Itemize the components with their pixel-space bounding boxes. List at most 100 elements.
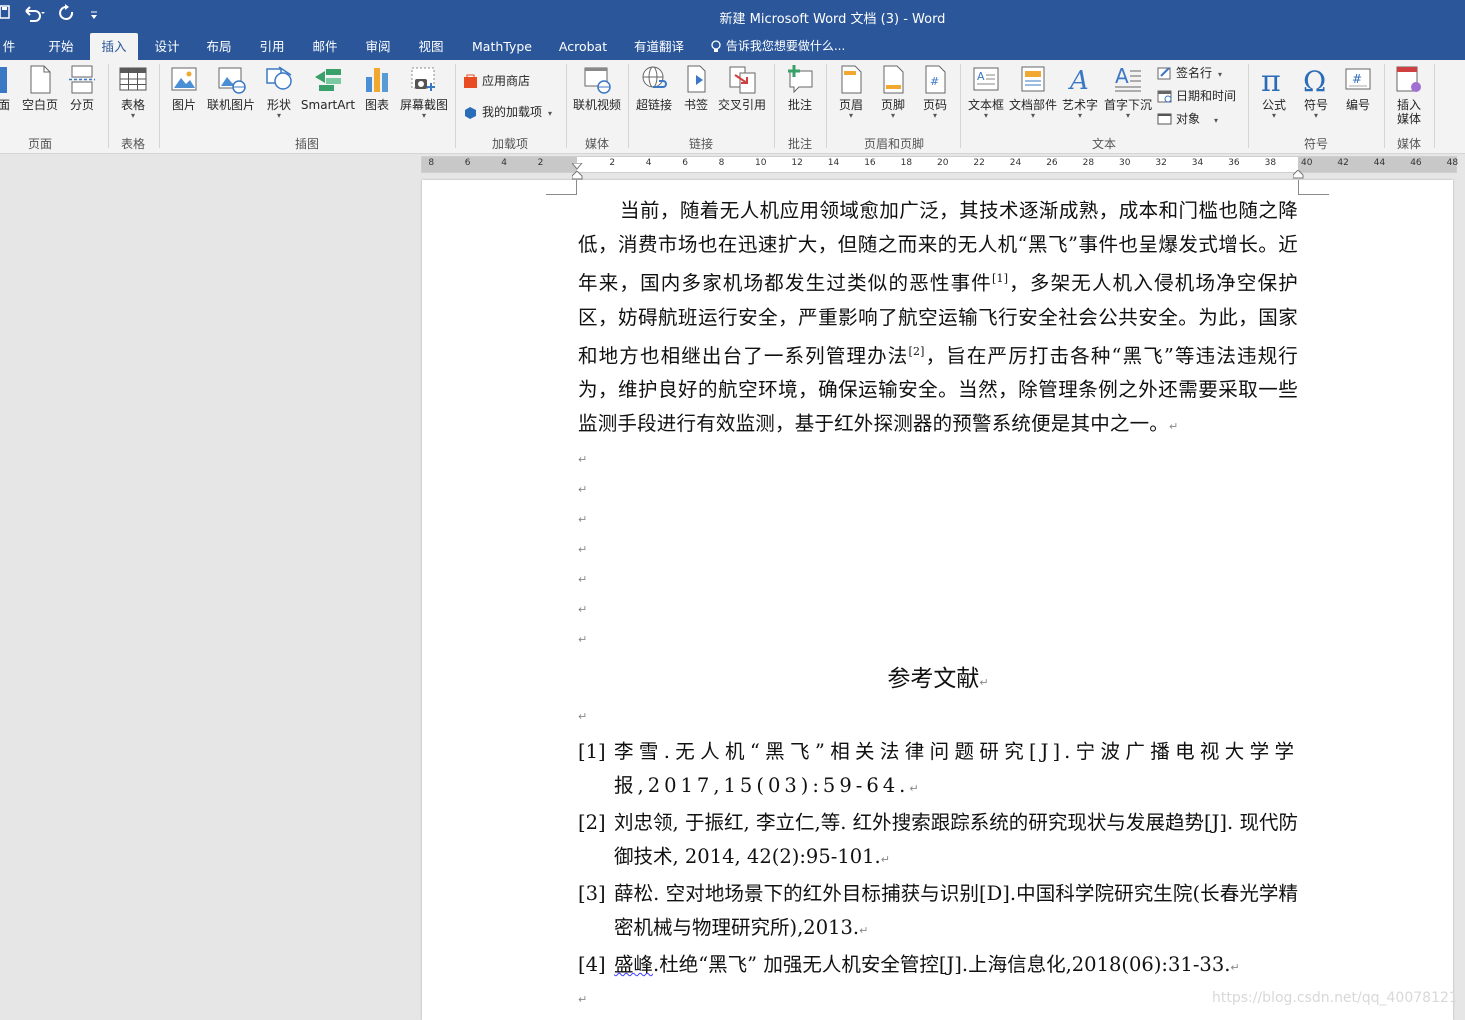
empty-paragraph: ↵ — [578, 483, 588, 496]
header-button[interactable]: 页眉 ▾ — [832, 63, 870, 120]
horizontal-ruler[interactable]: 8642 2 4 6 8 10 12 14 16 18 20 22 24 26 28 30 32 34 36 38 4… — [421, 156, 1458, 180]
page-break-button[interactable]: 分页 — [64, 63, 100, 112]
group-pages-label: 页面 — [27, 137, 52, 151]
cross-reference-button[interactable]: 交叉引用 — [716, 63, 768, 112]
datetime-button[interactable]: 日期和时间 — [1157, 86, 1236, 106]
equation-button[interactable]: π 公式 ▾ — [1254, 63, 1294, 120]
svg-text:π: π — [1261, 64, 1281, 95]
empty-paragraph: ↵ — [578, 993, 588, 1006]
online-video-button[interactable]: 联机视频 — [570, 63, 624, 112]
online-picture-icon — [216, 63, 246, 95]
ruler-number: 8 — [718, 158, 725, 168]
tab-home[interactable]: 开始 — [40, 33, 82, 60]
shapes-button[interactable]: 形状 ▾ — [260, 63, 298, 120]
comment-button[interactable]: 批注 — [780, 63, 820, 112]
group-illustrations-label: 插图 — [294, 137, 319, 151]
separator — [566, 64, 567, 148]
group-links-label: 链接 — [688, 137, 713, 151]
tab-references[interactable]: 引用 — [251, 33, 293, 60]
bookmark-button[interactable]: 书签 — [678, 63, 714, 112]
ruler-number: 12 — [791, 158, 803, 168]
screenshot-button[interactable]: 屏幕截图 ▾ — [398, 63, 450, 120]
ribbon-tabs: 件 开始 插入 设计 布局 引用 邮件 审阅 视图 MathType Acrob… — [0, 33, 1465, 60]
separator — [1248, 64, 1249, 148]
blank-page-button[interactable]: 空白页 — [20, 63, 60, 112]
footer-button[interactable]: 页脚 ▾ — [874, 63, 912, 120]
empty-paragraph: ↵ — [578, 710, 588, 723]
header-icon — [836, 63, 866, 95]
document-body[interactable]: 当前，随着无人机应用领域愈加广泛，其技术逐渐成熟，成本和门槛也随之降低，消费市场… — [578, 194, 1298, 1015]
smartart-button[interactable]: SmartArt — [300, 63, 356, 112]
svg-text:#: # — [930, 75, 939, 88]
spelling-flagged-word[interactable]: 盛峰 — [614, 953, 653, 976]
picture-button[interactable]: 图片 — [164, 63, 204, 112]
hyperlink-button[interactable]: 超链接 — [634, 63, 674, 112]
tab-view[interactable]: 视图 — [410, 33, 452, 60]
ruler-number: 32 — [1155, 158, 1167, 168]
ruler-number: 24 — [1009, 158, 1022, 168]
ruler-number: 28 — [1082, 158, 1095, 168]
document-page[interactable]: 当前，随着无人机应用领域愈加广泛，其技术逐渐成熟，成本和门槛也随之降低，消费市场… — [422, 180, 1453, 1020]
online-picture-button[interactable]: 联机图片 — [205, 63, 257, 112]
quick-parts-button[interactable]: 文档部件 ▾ — [1008, 63, 1058, 120]
cover-page-button[interactable]: 面 — [0, 63, 14, 112]
store-icon — [463, 74, 479, 88]
signature-line-button[interactable]: 签名行 ▾ — [1157, 63, 1222, 83]
ruler-number: 18 — [900, 158, 913, 168]
empty-paragraph: ↵ — [578, 453, 588, 466]
ruler-number: 22 — [973, 158, 985, 168]
tab-mathtype[interactable]: MathType — [466, 33, 538, 60]
wordart-button[interactable]: A 艺术字 ▾ — [1060, 63, 1100, 120]
group-text-label: 文本 — [1091, 137, 1116, 151]
citation-2: [2] — [908, 344, 925, 358]
object-button[interactable]: 对象 ▾ — [1157, 109, 1218, 129]
footer-icon — [878, 63, 908, 95]
tell-me-search[interactable]: 告诉我您想要做什么... — [710, 33, 845, 60]
ruler-number: 30 — [1119, 158, 1131, 168]
number-button[interactable]: # 编号 — [1338, 63, 1378, 112]
lightbulb-icon — [710, 39, 726, 53]
ruler-number: 8 — [428, 158, 435, 168]
group-tables-label: 表格 — [120, 137, 145, 151]
ruler-number: 36 — [1228, 158, 1240, 168]
bookmark-icon — [681, 63, 711, 95]
tab-file[interactable]: 件 — [0, 33, 18, 60]
page-number-button[interactable]: # 页码 ▾ — [916, 63, 954, 120]
ruler-number: 4 — [501, 158, 507, 168]
group-addins-label: 加载项 — [491, 137, 528, 151]
tab-acrobat[interactable]: Acrobat — [552, 33, 614, 60]
empty-paragraph: ↵ — [578, 513, 588, 526]
empty-paragraph: ↵ — [578, 603, 588, 616]
ruler-number: 34 — [1191, 158, 1204, 168]
tab-youdao[interactable]: 有道翻译 — [628, 33, 690, 60]
page-break-icon — [67, 63, 97, 95]
chevron-down-icon: ▾ — [548, 109, 553, 118]
tab-design[interactable]: 设计 — [146, 33, 188, 60]
signature-icon — [1157, 66, 1173, 80]
ruler-number: 20 — [937, 158, 949, 168]
empty-paragraph: ↵ — [578, 573, 588, 586]
symbol-button[interactable]: Ω 符号 ▾ — [1296, 63, 1336, 120]
shapes-icon — [264, 63, 294, 95]
tab-review[interactable]: 审阅 — [357, 33, 399, 60]
dropcap-icon: A — [1113, 63, 1143, 95]
my-addins-button[interactable]: 我的加载项 ▾ — [463, 102, 552, 122]
tab-insert[interactable]: 插入 — [90, 33, 138, 60]
separator — [1434, 64, 1435, 148]
chart-button[interactable]: 图表 — [358, 63, 396, 112]
textbox-icon: A — [971, 63, 1001, 95]
group-comments-label: 批注 — [787, 137, 812, 151]
tab-layout[interactable]: 布局 — [198, 33, 240, 60]
table-button[interactable]: 表格 ▾ — [113, 63, 153, 120]
store-button[interactable]: 应用商店 — [463, 71, 530, 91]
blank-page-icon — [25, 63, 55, 95]
omega-icon: Ω — [1301, 63, 1331, 98]
textbox-button[interactable]: A 文本框 ▾ — [964, 63, 1008, 120]
tab-mailings[interactable]: 邮件 — [304, 33, 346, 60]
group-media-label: 媒体 — [584, 137, 609, 151]
insert-media-button[interactable]: 插入 媒体 — [1390, 63, 1428, 126]
group-symbols-label: 符号 — [1303, 137, 1328, 151]
dropcap-button[interactable]: A 首字下沉 ▾ — [1102, 63, 1154, 120]
reference-item: [1] 李雪.无人机“黑飞”相关法律问题研究[J].宁波广播电视大学学报,2017… — [578, 740, 1298, 797]
ruler-left-margin — [422, 157, 577, 172]
